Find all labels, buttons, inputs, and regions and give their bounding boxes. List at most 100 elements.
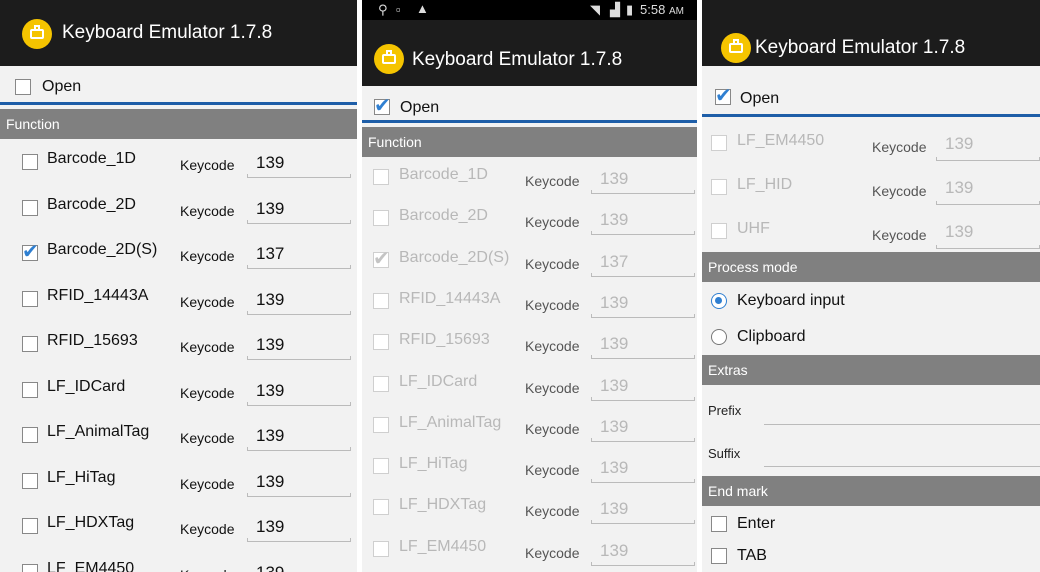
screen-3: Keyboard Emulator 1.7.8 Open LF_EM4450 Ke… bbox=[702, 0, 1040, 572]
function-row[interactable]: UHF Keycode 139 bbox=[702, 208, 1040, 252]
function-row[interactable]: LF_HDXTag Keycode 139 bbox=[0, 504, 357, 548]
keycode-input[interactable]: 139 bbox=[256, 472, 284, 492]
function-checkbox[interactable] bbox=[711, 179, 727, 195]
keycode-input[interactable]: 139 bbox=[600, 458, 628, 478]
function-name: LF_HDXTag bbox=[47, 514, 135, 531]
open-row[interactable]: Open bbox=[0, 66, 357, 102]
function-row[interactable]: LF_EM4450 Keycode 139 bbox=[702, 120, 1040, 164]
function-checkbox[interactable] bbox=[373, 292, 389, 309]
function-checkbox[interactable] bbox=[373, 246, 390, 271]
function-row[interactable]: Barcode_2D Keycode 139 bbox=[0, 186, 357, 230]
function-row[interactable]: RFID_15693 Keycode 139 bbox=[0, 322, 357, 366]
keycode-input[interactable]: 139 bbox=[256, 563, 284, 572]
radio-keyboard-input[interactable]: Keyboard input bbox=[702, 283, 1040, 319]
open-label: Open bbox=[740, 90, 780, 107]
keycode-underline-tick bbox=[936, 157, 937, 161]
keycode-input[interactable]: 139 bbox=[945, 134, 973, 154]
function-checkbox[interactable] bbox=[22, 336, 38, 352]
function-row[interactable]: LF_HID Keycode 139 bbox=[702, 164, 1040, 208]
function-checkbox[interactable] bbox=[22, 518, 38, 534]
keycode-input[interactable]: 139 bbox=[600, 334, 628, 354]
keycode-input[interactable]: 139 bbox=[600, 169, 628, 189]
keycode-input[interactable]: 137 bbox=[256, 244, 284, 264]
keycode-underline bbox=[247, 222, 351, 224]
open-checkbox[interactable] bbox=[374, 93, 391, 118]
function-row[interactable]: LF_HiTag Keycode 139 bbox=[0, 459, 357, 503]
keycode-label: Keycode bbox=[180, 475, 235, 492]
open-row[interactable]: Open bbox=[702, 66, 1040, 114]
function-name: Barcode_2D(S) bbox=[399, 248, 510, 266]
keycode-underline bbox=[247, 404, 351, 406]
function-row[interactable]: RFID_15693 Keycode 139 bbox=[362, 323, 697, 367]
open-row[interactable]: Open bbox=[362, 86, 697, 120]
radio-clipboard[interactable]: Clipboard bbox=[702, 319, 1040, 355]
function-checkbox[interactable] bbox=[22, 381, 38, 398]
function-checkbox[interactable] bbox=[373, 458, 389, 475]
enter-checkbox[interactable] bbox=[711, 516, 727, 532]
keycode-input[interactable]: 139 bbox=[256, 335, 284, 355]
function-checkbox[interactable] bbox=[373, 375, 389, 392]
function-row[interactable]: Barcode_1D Keycode 139 bbox=[362, 158, 697, 202]
function-row[interactable]: LF_HDXTag Keycode 139 bbox=[362, 488, 697, 532]
keycode-input[interactable]: 139 bbox=[256, 381, 284, 401]
radio-button[interactable] bbox=[711, 329, 727, 345]
keycode-input[interactable]: 139 bbox=[600, 376, 628, 396]
function-checkbox[interactable] bbox=[373, 416, 389, 433]
keycode-underline-tick bbox=[694, 272, 695, 277]
function-checkbox[interactable] bbox=[373, 169, 389, 185]
function-checkbox[interactable] bbox=[373, 540, 389, 557]
keycode-input[interactable]: 139 bbox=[600, 210, 628, 230]
function-row[interactable]: RFID_14443A Keycode 139 bbox=[0, 277, 357, 321]
keycode-input[interactable]: 139 bbox=[256, 153, 284, 173]
function-row[interactable]: Barcode_2D(S) Keycode 137 bbox=[362, 241, 697, 285]
function-checkbox[interactable] bbox=[22, 563, 38, 572]
keycode-input[interactable]: 139 bbox=[256, 199, 284, 219]
radio-button[interactable] bbox=[711, 293, 727, 309]
keycode-input[interactable]: 139 bbox=[945, 178, 973, 198]
function-row[interactable]: LF_EM4450 Keycode 139 bbox=[0, 550, 357, 572]
keycode-input[interactable]: 139 bbox=[600, 293, 628, 313]
keycode-input[interactable]: 137 bbox=[600, 252, 628, 272]
function-checkbox[interactable] bbox=[373, 499, 389, 516]
function-checkbox[interactable] bbox=[711, 135, 727, 151]
open-checkbox[interactable] bbox=[715, 83, 732, 108]
function-checkbox[interactable] bbox=[22, 427, 38, 443]
keycode-input[interactable]: 139 bbox=[256, 517, 284, 537]
function-row[interactable]: LF_EM4450 Keycode 139 bbox=[362, 530, 697, 572]
function-checkbox[interactable] bbox=[711, 223, 727, 239]
function-row[interactable]: Barcode_2D(S) Keycode 137 bbox=[0, 231, 357, 275]
app-title-bar: Keyboard Emulator 1.7.8 bbox=[0, 0, 357, 66]
keycode-label: Keycode bbox=[525, 420, 580, 437]
keycode-input[interactable]: 139 bbox=[600, 541, 628, 561]
tab-checkbox[interactable] bbox=[711, 548, 727, 564]
keycode-input[interactable]: 139 bbox=[256, 426, 284, 446]
keycode-input[interactable]: 139 bbox=[600, 499, 628, 519]
function-row[interactable]: Barcode_1D Keycode 139 bbox=[0, 140, 357, 184]
function-checkbox[interactable] bbox=[22, 154, 38, 170]
function-row[interactable]: RFID_14443A Keycode 139 bbox=[362, 282, 697, 326]
function-name: Barcode_2D(S) bbox=[47, 241, 158, 258]
open-checkbox[interactable] bbox=[15, 79, 31, 95]
suffix-input[interactable] bbox=[764, 466, 1040, 467]
function-row[interactable]: LF_AnimalTag Keycode 139 bbox=[362, 406, 697, 450]
checkbox-enter[interactable]: Enter bbox=[702, 508, 1040, 540]
function-row[interactable]: LF_IDCard Keycode 139 bbox=[362, 365, 697, 409]
function-row[interactable]: LF_AnimalTag Keycode 139 bbox=[0, 413, 357, 457]
keycode-underline-tick bbox=[694, 437, 695, 442]
function-checkbox[interactable] bbox=[22, 239, 39, 264]
function-checkbox[interactable] bbox=[22, 472, 38, 489]
prefix-input[interactable] bbox=[764, 424, 1040, 425]
keycode-input[interactable]: 139 bbox=[600, 417, 628, 437]
function-checkbox[interactable] bbox=[373, 210, 389, 227]
checkbox-tab[interactable]: TAB bbox=[702, 540, 1040, 572]
function-name: RFID_15693 bbox=[47, 332, 138, 349]
keycode-input[interactable]: 139 bbox=[945, 222, 973, 242]
function-checkbox[interactable] bbox=[22, 199, 38, 216]
function-row[interactable]: LF_IDCard Keycode 139 bbox=[0, 368, 357, 412]
function-row[interactable]: Barcode_2D Keycode 139 bbox=[362, 199, 697, 243]
function-checkbox[interactable] bbox=[22, 290, 38, 307]
function-checkbox[interactable] bbox=[373, 334, 389, 351]
keycode-underline bbox=[247, 313, 351, 315]
keycode-input[interactable]: 139 bbox=[256, 290, 284, 310]
function-row[interactable]: LF_HiTag Keycode 139 bbox=[362, 447, 697, 491]
